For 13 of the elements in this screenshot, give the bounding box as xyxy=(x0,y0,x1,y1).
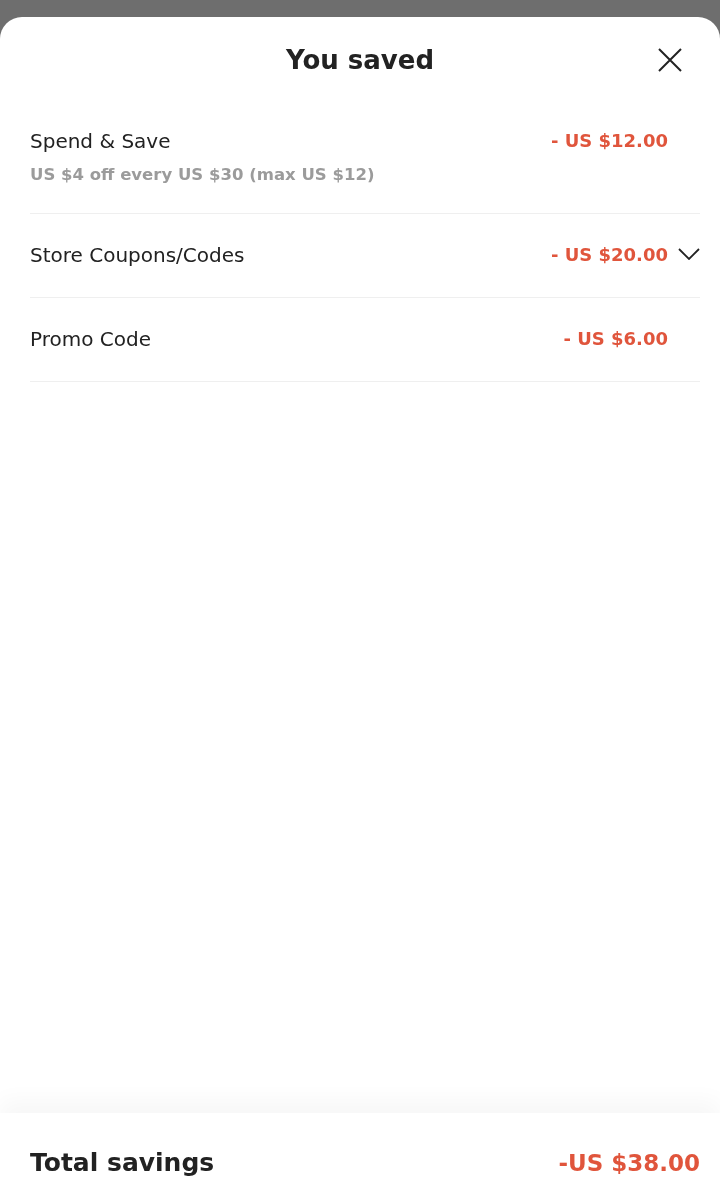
close-button[interactable] xyxy=(658,48,682,72)
total-amount: -US $38.00 xyxy=(558,1149,700,1178)
discount-description: US $4 off every US $30 (max US $12) xyxy=(30,164,375,186)
discount-amount: - US $12.00 xyxy=(550,129,668,153)
discount-amount: - US $20.00 xyxy=(550,243,668,267)
sheet-title: You saved xyxy=(285,44,435,77)
discount-label: Store Coupons/Codes xyxy=(30,242,245,269)
discount-label: Spend & Save xyxy=(30,128,172,155)
total-label: Total savings xyxy=(30,1147,215,1179)
discount-amount: - US $6.00 xyxy=(563,327,668,351)
discount-label: Promo Code xyxy=(30,326,151,353)
close-icon xyxy=(658,48,682,72)
chevron-down-icon[interactable] xyxy=(678,248,700,260)
